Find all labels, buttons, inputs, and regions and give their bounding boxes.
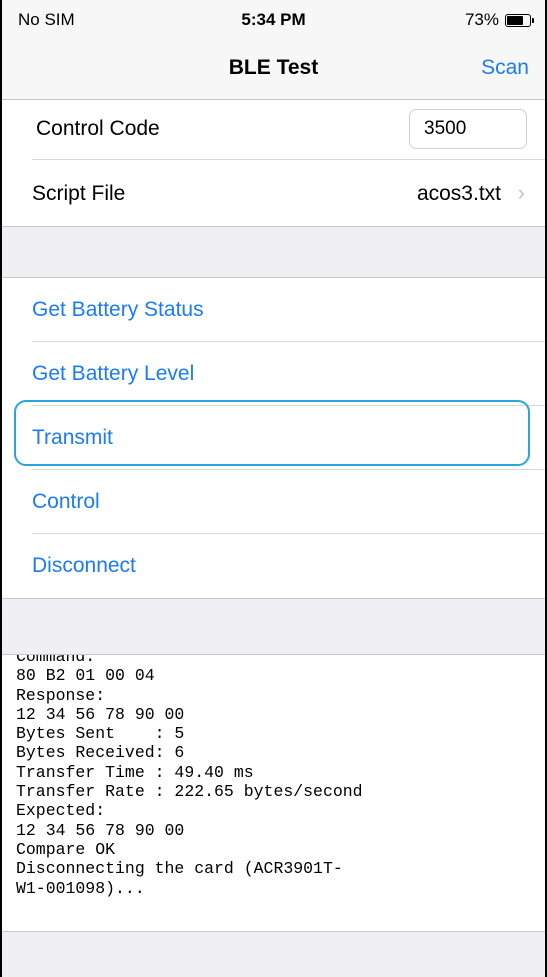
bottom-spacer (0, 932, 547, 977)
get-battery-status-button[interactable]: Get Battery Status (0, 278, 547, 342)
transmit-button[interactable]: Transmit (0, 406, 547, 470)
script-file-label: Script File (32, 182, 126, 205)
get-battery-level-button[interactable]: Get Battery Level (0, 342, 547, 406)
transmit-label: Transmit (32, 426, 113, 449)
section-spacer (0, 599, 547, 654)
scan-button[interactable]: Scan (481, 56, 529, 80)
get-battery-status-label: Get Battery Status (32, 298, 204, 321)
control-code-label: Control Code (36, 117, 160, 140)
disconnect-button[interactable]: Disconnect (0, 534, 547, 598)
control-code-row: Control Code (0, 100, 547, 160)
get-battery-level-label: Get Battery Level (32, 362, 195, 385)
page-title: BLE Test (228, 56, 319, 79)
navigation-bar: BLE Test Scan (0, 40, 547, 100)
script-file-row[interactable]: Script File acos3.txt › (0, 160, 547, 226)
control-code-input[interactable] (409, 109, 527, 149)
log-output[interactable]: Command: 80 B2 01 00 04 Response: 12 34 … (0, 655, 547, 931)
control-button[interactable]: Control (0, 470, 547, 534)
script-file-value: acos3.txt (416, 182, 501, 205)
section-spacer (0, 227, 547, 277)
status-bar: No SIM 5:34 PM 73% (0, 0, 547, 40)
battery-percent: 73% (464, 10, 499, 29)
battery-fill (507, 15, 523, 25)
chevron-right-icon: › (517, 180, 525, 205)
control-label: Control (32, 490, 100, 513)
log-text: Command: 80 B2 01 00 04 Response: 12 34 … (16, 655, 363, 898)
battery-icon (505, 13, 534, 27)
battery-indicator: 73% (464, 10, 534, 30)
disconnect-label: Disconnect (32, 554, 136, 577)
